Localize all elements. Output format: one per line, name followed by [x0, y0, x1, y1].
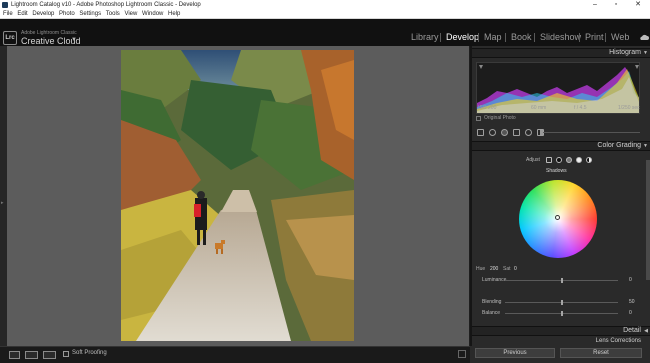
histogram-shutter: 1/250 sec — [618, 105, 640, 111]
histogram-aperture: f / 4.5 — [574, 105, 587, 111]
menu-window[interactable]: Window — [142, 10, 163, 19]
menu-photo[interactable]: Photo — [59, 10, 75, 19]
lens-corrections-title[interactable]: Lens Corrections — [596, 338, 641, 344]
module-develop[interactable]: Develop — [446, 32, 479, 42]
balance-slider-knob[interactable] — [561, 311, 563, 316]
shadows-view-icon[interactable] — [556, 157, 562, 163]
sat-label: Sat — [503, 266, 511, 272]
module-separator — [605, 33, 606, 42]
chevron-left-icon[interactable]: ◀ — [644, 328, 648, 334]
soft-proofing-label: Soft Proofing — [72, 350, 107, 356]
menu-edit[interactable]: Edit — [17, 10, 27, 19]
hue-label: Hue — [476, 266, 486, 272]
color-wheel-handle[interactable] — [555, 215, 560, 220]
blending-label: Blending — [482, 299, 502, 305]
close-button[interactable]: ✕ — [628, 0, 648, 10]
module-separator — [534, 33, 535, 42]
tool-slider-knob[interactable] — [540, 130, 543, 135]
chevron-down-icon[interactable]: ▼ — [643, 50, 648, 56]
reset-button[interactable]: Reset — [560, 348, 642, 358]
module-print[interactable]: Print — [585, 32, 604, 42]
histogram-curves — [477, 65, 639, 113]
compare-view-icon[interactable] — [25, 351, 38, 359]
color-grading-title[interactable]: Color Grading — [597, 142, 641, 149]
module-map[interactable]: Map — [484, 32, 502, 42]
toolbar-menu-icon[interactable] — [458, 350, 466, 358]
histogram-focal: 60 mm — [531, 105, 547, 111]
module-separator — [440, 33, 441, 42]
cloud-icon[interactable] — [639, 34, 649, 41]
window-title-bar: Lightroom Catalog v10 - Adobe Photoshop … — [0, 0, 650, 10]
luminance-label: Luminance — [482, 277, 507, 283]
bottom-toolbar — [0, 346, 470, 363]
panel-divider — [470, 46, 472, 346]
app-icon — [2, 2, 8, 8]
detail-title[interactable]: Detail — [623, 327, 641, 334]
module-library[interactable]: Library — [411, 32, 439, 42]
radial-filter-icon[interactable] — [525, 129, 532, 136]
module-slideshow[interactable]: Slideshow — [540, 32, 581, 42]
menu-tools[interactable]: Tools — [106, 10, 120, 19]
left-panel-collapsed[interactable]: ▸ — [0, 46, 7, 346]
highlights-view-icon[interactable] — [576, 157, 582, 163]
chevron-down-icon[interactable]: ▼ — [643, 143, 648, 149]
histogram-title[interactable]: Histogram — [609, 49, 641, 56]
module-separator — [505, 33, 506, 42]
previous-button[interactable]: Previous — [475, 348, 555, 358]
menu-bar: File Edit Develop Photo Settings Tools V… — [0, 10, 650, 19]
module-picker: Library Develop Map Book Slideshow Print… — [0, 32, 650, 44]
tool-slider-track[interactable] — [540, 132, 640, 133]
red-eye-icon[interactable] — [501, 129, 508, 136]
loupe-view-icon[interactable] — [9, 351, 20, 359]
module-separator — [478, 33, 479, 42]
adjust-label: Adjust — [526, 157, 540, 163]
hue-value[interactable]: 200 — [490, 266, 498, 272]
histogram-graph[interactable] — [476, 62, 640, 114]
expand-left-panel-icon[interactable]: ▸ — [1, 200, 4, 206]
menu-help[interactable]: Help — [168, 10, 180, 19]
graduated-filter-icon[interactable] — [513, 129, 520, 136]
midtones-view-icon[interactable] — [566, 157, 572, 163]
balance-label: Balance — [482, 310, 501, 316]
luminance-slider-knob[interactable] — [561, 278, 563, 283]
original-photo-checkbox[interactable] — [476, 116, 481, 121]
right-panel-scrollbar[interactable] — [646, 160, 650, 280]
module-separator — [579, 33, 580, 42]
histogram-iso: ISO 200 — [478, 105, 497, 111]
photo-canvas — [7, 46, 469, 346]
three-way-view-icon[interactable] — [546, 157, 552, 163]
before-after-view-icon[interactable] — [43, 351, 56, 359]
original-photo-label: Original Photo — [484, 115, 516, 121]
blending-slider-knob[interactable] — [561, 300, 563, 305]
module-book[interactable]: Book — [511, 32, 532, 42]
blending-value[interactable]: 50 — [629, 299, 635, 305]
menu-file[interactable]: File — [3, 10, 13, 19]
menu-develop[interactable]: Develop — [32, 10, 54, 19]
spot-removal-icon[interactable] — [489, 129, 496, 136]
wheel-label: Shadows — [546, 168, 567, 174]
luminance-value[interactable]: 0 — [629, 277, 632, 283]
crop-tool-icon[interactable] — [477, 129, 484, 136]
menu-view[interactable]: View — [124, 10, 137, 19]
sat-value[interactable]: 0 — [514, 266, 517, 272]
menu-settings[interactable]: Settings — [79, 10, 101, 19]
maximize-button[interactable]: ▫ — [606, 0, 626, 10]
window-title: Lightroom Catalog v10 - Adobe Photoshop … — [11, 2, 201, 8]
global-view-icon[interactable] — [586, 157, 592, 163]
photo-preview[interactable] — [121, 50, 354, 341]
soft-proofing-checkbox[interactable] — [63, 351, 69, 357]
balance-value[interactable]: 0 — [629, 310, 632, 316]
minimize-button[interactable]: – — [585, 0, 605, 10]
module-web[interactable]: Web — [611, 32, 629, 42]
